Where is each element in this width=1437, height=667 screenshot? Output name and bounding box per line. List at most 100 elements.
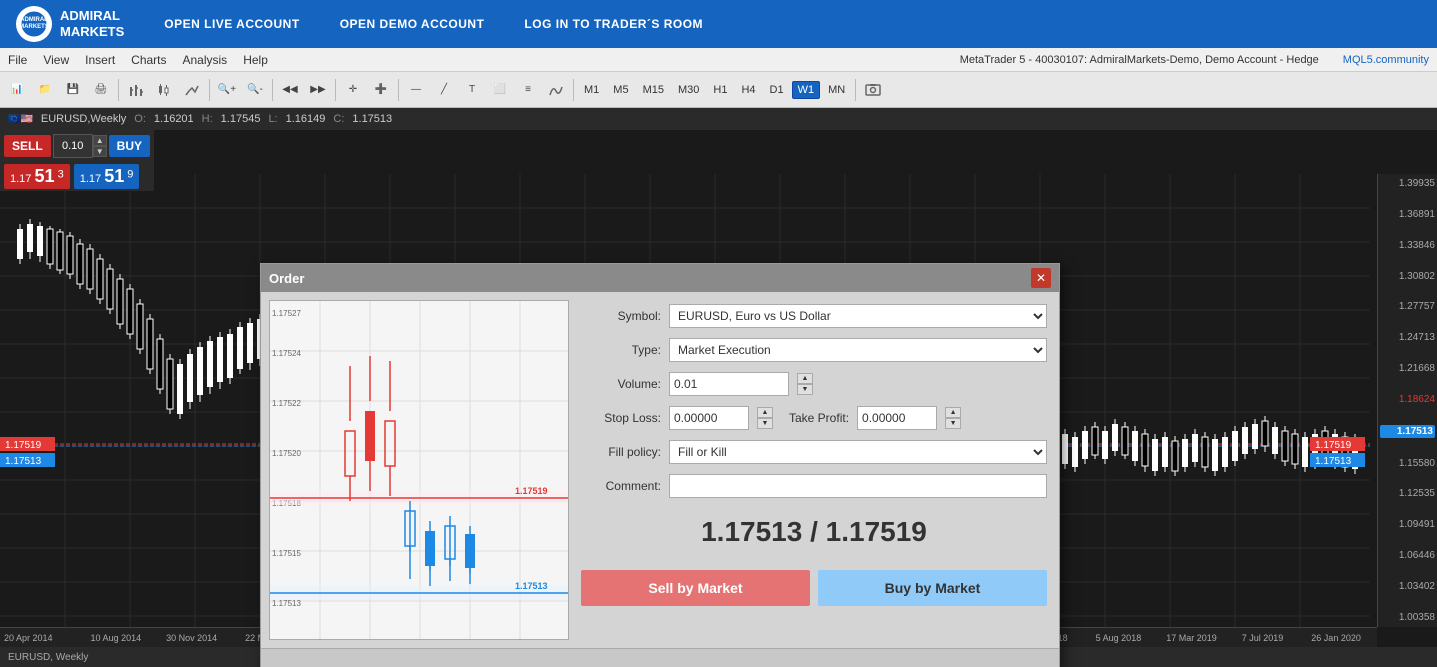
price-tick-8: 1.18624 <box>1380 394 1435 405</box>
time-tick-1: 10 Aug 2014 <box>91 633 142 643</box>
tf-m5[interactable]: M5 <box>607 81 634 99</box>
line-chart-btn[interactable] <box>179 77 205 103</box>
indicator-btn[interactable] <box>543 77 569 103</box>
vol-up[interactable]: ▲ <box>93 135 107 146</box>
hline-btn[interactable]: — <box>403 77 429 103</box>
zoom-in-btn[interactable]: 🔍+ <box>214 77 240 103</box>
time-tick-0: 20 Apr 2014 <box>4 633 53 643</box>
symbol-select[interactable]: EURUSD, Euro vs US Dollar <box>669 304 1047 328</box>
sl-down-btn[interactable]: ▼ <box>757 418 773 429</box>
price-tick-7: 1.21668 <box>1380 363 1435 374</box>
stop-loss-input[interactable] <box>669 406 749 430</box>
comment-input[interactable] <box>669 474 1047 498</box>
form-row-comment: Comment: <box>581 474 1047 498</box>
text-btn[interactable]: T <box>459 77 485 103</box>
buy-market-button[interactable]: Buy by Market <box>818 570 1047 606</box>
save-btn[interactable]: 💾 <box>60 77 86 103</box>
time-tick-2: 30 Nov 2014 <box>166 633 217 643</box>
sell-price-sup: 3 <box>58 168 64 180</box>
time-tick-14: 5 Aug 2018 <box>1096 633 1142 643</box>
volume-down-btn[interactable]: ▼ <box>797 384 813 395</box>
menu-help[interactable]: Help <box>243 53 268 67</box>
volume-arrows: ▲ ▼ <box>93 135 107 157</box>
volume-label: Volume: <box>581 377 661 391</box>
menu-insert[interactable]: Insert <box>85 53 115 67</box>
menu-file[interactable]: File <box>8 53 27 67</box>
crosshair-btn[interactable]: ✛ <box>340 77 366 103</box>
svg-text:1.17519: 1.17519 <box>5 440 42 451</box>
tf-h1[interactable]: H1 <box>707 81 733 99</box>
mql5-link[interactable]: MQL5.community <box>1343 54 1429 66</box>
tp-down-btn[interactable]: ▼ <box>945 418 961 429</box>
sell-price-big: 51 <box>34 166 54 186</box>
sep2 <box>209 79 210 101</box>
svg-text:1.17513: 1.17513 <box>5 456 42 467</box>
sell-button[interactable]: SELL <box>4 135 51 157</box>
svg-text:1.17527: 1.17527 <box>272 309 301 318</box>
price-tick-12: 1.06446 <box>1380 550 1435 561</box>
vol-down[interactable]: ▼ <box>93 146 107 157</box>
order-dialog[interactable]: Order ✕ <box>260 263 1060 667</box>
tf-m1[interactable]: M1 <box>578 81 605 99</box>
buy-price-big: 51 <box>104 166 124 186</box>
fill-policy-label: Fill policy: <box>581 445 661 459</box>
widget-buttons: SELL ▲ ▼ BUY <box>0 130 154 162</box>
fib-btn[interactable]: ≡ <box>515 77 541 103</box>
type-select[interactable]: Market Execution <box>669 338 1047 362</box>
price-tick-current: 1.17513 <box>1380 425 1435 438</box>
tf-d1[interactable]: D1 <box>764 81 790 99</box>
open-chart-btn[interactable]: 📁 <box>32 77 58 103</box>
scroll-left-btn[interactable]: ◀◀ <box>277 77 303 103</box>
tf-m30[interactable]: M30 <box>672 81 705 99</box>
zoom-out-btn[interactable]: 🔍- <box>242 77 268 103</box>
tf-m15[interactable]: M15 <box>637 81 670 99</box>
ohlc-high: 1.17545 <box>221 113 261 125</box>
bar-chart-btn[interactable] <box>123 77 149 103</box>
new-chart-btn[interactable]: 📊 <box>4 77 30 103</box>
form-row-volume: Volume: ▲ ▼ <box>581 372 1047 396</box>
sl-up-btn[interactable]: ▲ <box>757 407 773 418</box>
price-tick-11: 1.09491 <box>1380 519 1435 530</box>
take-profit-input[interactable] <box>857 406 937 430</box>
trade-widget: SELL ▲ ▼ BUY 1.17 51 3 1.17 51 9 <box>0 130 154 191</box>
line-btn[interactable]: ➕ <box>368 77 394 103</box>
scroll-right-btn[interactable]: ▶▶ <box>305 77 331 103</box>
tf-mn[interactable]: MN <box>822 81 851 99</box>
price-tick-4: 1.30802 <box>1380 271 1435 282</box>
price-tick-13: 1.03402 <box>1380 581 1435 592</box>
menu-view[interactable]: View <box>43 53 69 67</box>
price-tick-3: 1.33846 <box>1380 240 1435 251</box>
login-link[interactable]: LOG IN TO TRADER´S ROOM <box>524 17 703 31</box>
fill-policy-select[interactable]: Fill or Kill <box>669 440 1047 464</box>
tf-h4[interactable]: H4 <box>735 81 761 99</box>
tf-w1[interactable]: W1 <box>792 81 821 99</box>
open-live-link[interactable]: OPEN LIVE ACCOUNT <box>164 17 299 31</box>
rect-btn[interactable]: ⬜ <box>487 77 513 103</box>
time-tick-15: 17 Mar 2019 <box>1166 633 1217 643</box>
tp-up-btn[interactable]: ▲ <box>945 407 961 418</box>
menu-charts[interactable]: Charts <box>131 53 166 67</box>
type-label: Type: <box>581 343 661 357</box>
chart-area: 🇪🇺🇺🇸 EURUSD,Weekly O: 1.16201 H: 1.17545… <box>0 108 1437 667</box>
svg-text:ADMIRAL: ADMIRAL <box>20 17 48 23</box>
trendline-btn[interactable]: ╱ <box>431 77 457 103</box>
volume-up-btn[interactable]: ▲ <box>797 373 813 384</box>
volume-input[interactable] <box>53 134 93 158</box>
candle-chart-btn[interactable] <box>151 77 177 103</box>
menu-analysis[interactable]: Analysis <box>183 53 228 67</box>
buy-price: 1.17 51 9 <box>74 164 140 189</box>
sell-market-button[interactable]: Sell by Market <box>581 570 810 606</box>
dialog-close-button[interactable]: ✕ <box>1031 268 1051 288</box>
svg-text:MARKETS: MARKETS <box>20 24 48 30</box>
print-btn[interactable]: 🖨 <box>88 77 114 103</box>
buy-button[interactable]: BUY <box>109 135 150 157</box>
sep7 <box>855 79 856 101</box>
logo: ADMIRAL MARKETS ADMIRAL MARKETS <box>16 6 124 42</box>
screenshot-btn[interactable] <box>860 77 886 103</box>
volume-field[interactable] <box>669 372 789 396</box>
buy-price-prefix: 1.17 <box>80 173 101 185</box>
sep4 <box>335 79 336 101</box>
open-demo-link[interactable]: OPEN DEMO ACCOUNT <box>340 17 485 31</box>
price-tick-5: 1.27757 <box>1380 301 1435 312</box>
sep5 <box>398 79 399 101</box>
